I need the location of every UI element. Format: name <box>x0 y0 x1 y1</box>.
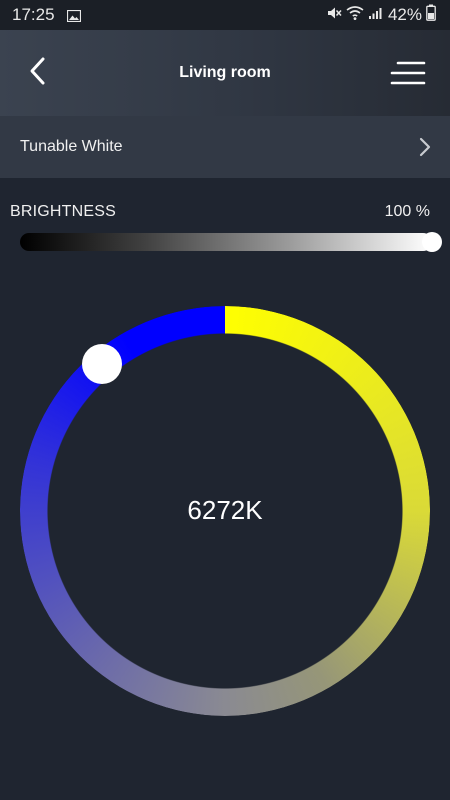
battery-percentage: 42% <box>387 5 422 24</box>
color-temperature-readout: 6272K <box>187 495 263 525</box>
page-title: Living room <box>179 64 271 81</box>
mode-selector-row[interactable]: Tunable White <box>0 116 450 178</box>
image-notification-icon <box>66 9 82 27</box>
status-indicators: 42% <box>326 4 436 26</box>
color-temperature-thumb[interactable] <box>81 344 122 385</box>
menu-button[interactable] <box>390 58 426 88</box>
brightness-slider-thumb[interactable] <box>422 232 442 252</box>
menu-icon <box>390 61 426 92</box>
mute-icon <box>326 5 342 26</box>
mode-label: Tunable White <box>20 138 123 155</box>
brightness-value: 100 % <box>384 203 430 220</box>
status-bar: 17:25 42% <box>0 0 450 30</box>
brightness-label: BRIGHTNESS <box>10 203 117 220</box>
chevron-right-icon <box>418 136 432 163</box>
app-header: Living room <box>0 30 450 116</box>
battery-icon <box>426 4 436 26</box>
status-time: 17:25 <box>12 5 55 24</box>
signal-icon <box>368 6 382 25</box>
brightness-slider[interactable] <box>20 233 432 251</box>
wifi-icon <box>346 5 364 26</box>
